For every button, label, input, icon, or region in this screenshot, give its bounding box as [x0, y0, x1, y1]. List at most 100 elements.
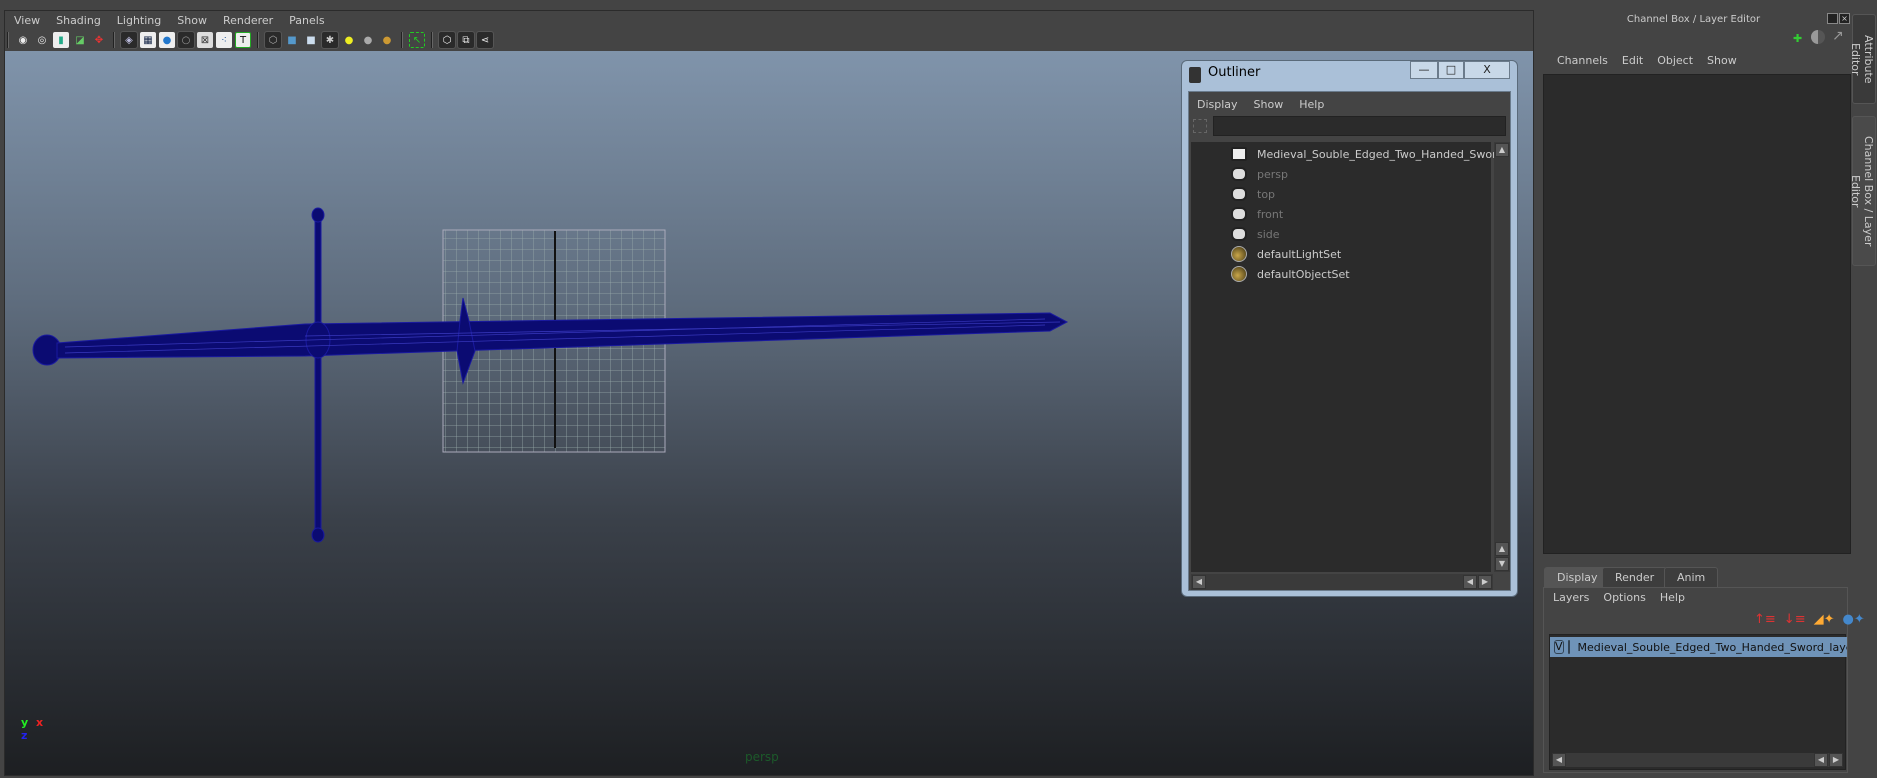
- horizontal-scrollbar[interactable]: ◀ ◀ ▶: [1191, 574, 1493, 590]
- menu-lighting[interactable]: Lighting: [109, 12, 169, 30]
- 2d-pan-zoom-icon[interactable]: ✥: [91, 32, 107, 48]
- camera-icon: [1231, 187, 1247, 201]
- layer-editor: Layers Options Help ↑≡ ↓≡ ◢✦ ●✦ V Mediev…: [1543, 587, 1865, 773]
- move-layer-down-icon[interactable]: ↓≡: [1784, 612, 1806, 627]
- scroll-left-button[interactable]: ◀: [1814, 753, 1828, 767]
- high-quality-icon[interactable]: ●: [379, 32, 395, 48]
- layer-horizontal-scrollbar[interactable]: ◀ ◀ ▶: [1552, 753, 1843, 767]
- vertical-scrollbar[interactable]: ▲ ▲ ▼: [1494, 142, 1510, 572]
- film-gate-icon[interactable]: ▦: [140, 32, 156, 48]
- scroll-up-button[interactable]: ▲: [1495, 542, 1509, 556]
- scroll-up-button[interactable]: ▲: [1495, 143, 1509, 157]
- smooth-shade-icon[interactable]: ●: [159, 32, 175, 48]
- outliner-item[interactable]: Medieval_Souble_Edged_Two_Handed_Sword: [1231, 144, 1503, 164]
- move-layer-up-icon[interactable]: ↑≡: [1754, 612, 1776, 627]
- viewport-menubar: View Shading Lighting Show Renderer Pane…: [6, 12, 333, 30]
- set-icon: [1231, 266, 1247, 282]
- scroll-right-button[interactable]: ▶: [1478, 575, 1492, 589]
- bookmarks-icon[interactable]: ▮: [53, 32, 69, 48]
- outliner-item[interactable]: top: [1231, 184, 1275, 204]
- outliner-title: Outliner: [1208, 65, 1261, 80]
- outliner-item[interactable]: defaultObjectSet: [1231, 264, 1350, 284]
- filter-icon[interactable]: [1193, 119, 1207, 133]
- camera-icon: [1231, 207, 1247, 221]
- close-panel-button[interactable]: ×: [1839, 13, 1850, 24]
- cb-menu-edit[interactable]: Edit: [1622, 54, 1643, 67]
- outliner-item[interactable]: front: [1231, 204, 1283, 224]
- menu-shading[interactable]: Shading: [48, 12, 109, 30]
- arrow-icon[interactable]: ↗: [1832, 28, 1844, 44]
- default-material-icon[interactable]: ■: [303, 32, 319, 48]
- axis-y: y: [21, 716, 29, 729]
- scroll-down-button[interactable]: ▼: [1495, 557, 1509, 571]
- layer-display-type-toggle[interactable]: [1567, 640, 1570, 654]
- maximize-button[interactable]: □: [1438, 61, 1464, 79]
- toolbar-separator: [7, 32, 9, 48]
- ambient-occlusion-icon[interactable]: ⬡: [438, 31, 456, 49]
- item-label: side: [1257, 227, 1280, 241]
- outliner-item[interactable]: side: [1231, 224, 1280, 244]
- menu-panels[interactable]: Panels: [281, 12, 332, 30]
- manipulator-icon[interactable]: ✚: [1793, 32, 1802, 45]
- new-layer-icon[interactable]: ◢✦: [1814, 612, 1835, 627]
- scroll-left-button[interactable]: ◀: [1463, 575, 1477, 589]
- minimize-button[interactable]: —: [1410, 61, 1438, 79]
- outliner-menu-help[interactable]: Help: [1299, 98, 1324, 111]
- layer-list: V Medieval_Souble_Edged_Two_Handed_Sword…: [1549, 634, 1847, 770]
- layer-visibility-toggle[interactable]: V: [1554, 640, 1564, 654]
- tab-attribute-editor[interactable]: Attribute Editor: [1849, 14, 1876, 104]
- camera-attributes-icon[interactable]: ◎: [34, 32, 50, 48]
- cb-menu-show[interactable]: Show: [1707, 54, 1737, 67]
- motion-blur-icon[interactable]: ⧉: [457, 31, 475, 49]
- float-button[interactable]: [1827, 13, 1838, 24]
- menu-renderer[interactable]: Renderer: [215, 12, 281, 30]
- textured-icon[interactable]: T: [235, 32, 251, 48]
- toolbar-separator: [113, 32, 115, 48]
- layer-menu-layers[interactable]: Layers: [1553, 591, 1589, 604]
- scroll-right-button[interactable]: ▶: [1829, 753, 1843, 767]
- xray-joints-icon[interactable]: ⁖: [216, 32, 232, 48]
- axis-z: z: [21, 729, 28, 742]
- tab-render[interactable]: Render: [1602, 567, 1668, 587]
- outliner-item[interactable]: defaultLightSet: [1231, 244, 1341, 264]
- new-layer-selected-icon[interactable]: ●✦: [1842, 612, 1864, 627]
- menu-show[interactable]: Show: [169, 12, 215, 30]
- cb-menu-object[interactable]: Object: [1657, 54, 1693, 67]
- close-button[interactable]: X: [1464, 61, 1510, 79]
- outliner-menu-display[interactable]: Display: [1197, 98, 1238, 111]
- set-icon: [1231, 246, 1247, 262]
- layer-row[interactable]: V Medieval_Souble_Edged_Two_Handed_Sword…: [1550, 637, 1847, 657]
- axis-x: x: [36, 716, 44, 729]
- smooth-shade-all-icon[interactable]: ■: [284, 32, 300, 48]
- tab-channel-box-layer-editor[interactable]: Channel Box / Layer Editor: [1849, 116, 1876, 266]
- camera-label: persp: [745, 750, 779, 764]
- outliner-menu-show[interactable]: Show: [1254, 98, 1284, 111]
- use-all-lights-icon[interactable]: ●: [341, 32, 357, 48]
- camera-icon: [1231, 227, 1247, 241]
- image-plane-icon[interactable]: ◪: [72, 32, 88, 48]
- tab-anim[interactable]: Anim: [1664, 567, 1719, 587]
- scroll-left-button[interactable]: ◀: [1192, 575, 1206, 589]
- mesh-icon: [1231, 147, 1247, 161]
- xray-icon[interactable]: ⊠: [197, 32, 213, 48]
- scroll-left-button[interactable]: ◀: [1552, 753, 1566, 767]
- outliner-search-input[interactable]: [1213, 116, 1506, 136]
- layer-menu-options[interactable]: Options: [1603, 591, 1645, 604]
- default-lighting-icon[interactable]: ●: [360, 32, 376, 48]
- cb-menu-channels[interactable]: Channels: [1557, 54, 1608, 67]
- toolbar-separator: [401, 32, 403, 48]
- menu-view[interactable]: View: [6, 12, 48, 30]
- isolate-select-icon[interactable]: ↖: [409, 32, 425, 48]
- shading-icon[interactable]: [1811, 30, 1825, 44]
- wireframe-on-shaded-icon[interactable]: ○: [177, 31, 195, 49]
- multisample-icon[interactable]: ⋖: [476, 31, 494, 49]
- toolbar-separator: [431, 32, 433, 48]
- camera-icon: [1231, 167, 1247, 181]
- wireframe-icon[interactable]: ⬡: [264, 31, 282, 49]
- grid-icon[interactable]: ◈: [120, 31, 138, 49]
- tab-display[interactable]: Display: [1544, 567, 1611, 587]
- shadows-icon[interactable]: ✱: [321, 31, 339, 49]
- outliner-item[interactable]: persp: [1231, 164, 1288, 184]
- layer-menu-help[interactable]: Help: [1660, 591, 1685, 604]
- select-camera-icon[interactable]: ◉: [15, 32, 31, 48]
